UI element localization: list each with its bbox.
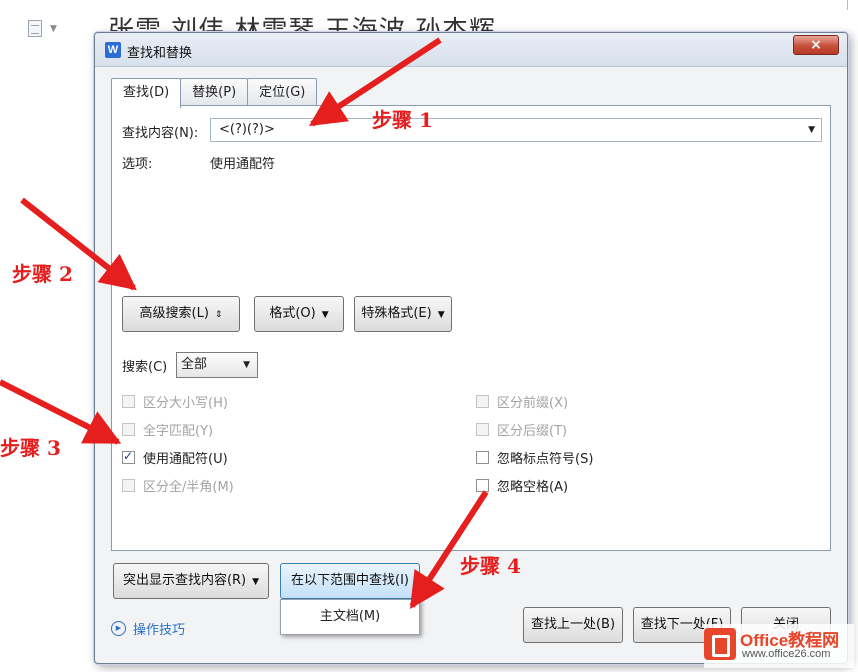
watermark: Office教程网 www.office26.com — [704, 624, 854, 668]
option-label: 使用通配符(U) — [143, 452, 228, 467]
options-value: 使用通配符 — [210, 157, 276, 172]
step1-label: 步骤 1 — [372, 108, 433, 132]
find-in-range-label: 在以下范围中查找(I) — [291, 573, 409, 588]
dialog-title: 查找和替换 — [127, 46, 193, 61]
chevron-down-icon: ▼ — [252, 577, 260, 587]
checkbox[interactable] — [476, 423, 489, 436]
chevron-down-icon[interactable]: ▼ — [808, 119, 815, 141]
tab-bar: 查找(D) 替换(P) 定位(G) — [111, 78, 318, 108]
option-label: 全字匹配(Y) — [143, 424, 214, 439]
highlight-label: 突出显示查找内容(R) — [122, 573, 247, 588]
find-previous-button[interactable]: 查找上一处(B) — [523, 607, 623, 643]
find-what-input[interactable]: <(?)(?)> ▼ — [210, 118, 822, 142]
chevron-down-icon: ▼ — [321, 310, 329, 320]
chevron-down-icon: ▼ — [243, 360, 250, 370]
highlight-button[interactable]: 突出显示查找内容(R) ▼ — [113, 563, 269, 599]
play-icon: ▶ — [111, 621, 126, 636]
format-button[interactable]: 格式(O) ▼ — [254, 296, 344, 332]
find-in-range-button[interactable]: 在以下范围中查找(I) — [280, 563, 420, 599]
step4-label: 步骤 4 — [460, 554, 521, 578]
option-label: 区分大小写(H) — [143, 396, 228, 411]
option-label: 区分全/半角(M) — [143, 480, 234, 495]
tips-label: 操作技巧 — [133, 623, 186, 638]
option-label: 忽略空格(A) — [497, 480, 569, 495]
step3-label: 步骤 3 — [0, 436, 61, 460]
option-whole-word[interactable]: 全字匹配(Y) — [122, 420, 213, 439]
chevron-down-icon[interactable]: ▼ — [50, 24, 57, 34]
special-format-label: 特殊格式(E) — [361, 306, 432, 321]
option-label: 区分前缀(X) — [497, 396, 569, 411]
option-match-suffix[interactable]: 区分后缀(T) — [476, 420, 567, 439]
checkbox[interactable] — [122, 423, 135, 436]
option-label: 忽略标点符号(S) — [497, 452, 594, 467]
option-ignore-spaces[interactable]: 忽略空格(A) — [476, 476, 568, 495]
dialog-titlebar[interactable]: W 查找和替换 × — [95, 33, 847, 67]
advanced-search-label: 高级搜索(L) — [139, 306, 209, 321]
search-scope-value: 全部 — [181, 357, 208, 372]
tips-link[interactable]: ▶ 操作技巧 — [111, 619, 185, 638]
wps-app-icon: W — [105, 42, 121, 58]
option-use-wildcards[interactable]: 使用通配符(U) — [122, 448, 228, 467]
find-what-value: <(?)(?)> — [219, 122, 275, 137]
options-label: 选项: — [122, 157, 153, 172]
close-icon[interactable]: × — [793, 35, 839, 55]
document-icon[interactable] — [28, 20, 42, 37]
chevron-down-icon: ▼ — [437, 310, 445, 320]
checkbox-checked[interactable] — [122, 449, 135, 464]
watermark-url: www.office26.com — [742, 648, 831, 660]
find-previous-label: 查找上一处(B) — [530, 617, 616, 632]
range-menu-item-main-document[interactable]: 主文档(M) — [280, 599, 420, 635]
page-edge — [847, 0, 848, 10]
checkbox[interactable] — [476, 451, 489, 464]
tab-goto[interactable]: 定位(G) — [247, 78, 318, 106]
option-full-half-width[interactable]: 区分全/半角(M) — [122, 476, 234, 495]
expand-collapse-icon: ⇕ — [214, 310, 223, 320]
checkbox[interactable] — [122, 479, 135, 492]
advanced-search-button[interactable]: 高级搜索(L) ⇕ — [122, 296, 240, 332]
option-match-prefix[interactable]: 区分前缀(X) — [476, 392, 568, 411]
option-label: 区分后缀(T) — [497, 424, 568, 439]
option-ignore-punctuation[interactable]: 忽略标点符号(S) — [476, 448, 593, 467]
checkbox[interactable] — [122, 395, 135, 408]
format-label: 格式(O) — [269, 306, 316, 321]
search-scope-label: 搜索(C) — [122, 360, 168, 375]
office-logo-icon — [704, 628, 736, 660]
checkbox[interactable] — [476, 479, 489, 492]
checkbox[interactable] — [476, 395, 489, 408]
tab-replace[interactable]: 替换(P) — [180, 78, 249, 106]
find-panel: 查找内容(N): <(?)(?)> ▼ 选项: 使用通配符 高级搜索(L) ⇕ 格… — [111, 105, 831, 551]
special-format-button[interactable]: 特殊格式(E) ▼ — [354, 296, 452, 332]
search-scope-select[interactable]: 全部 ▼ — [176, 352, 258, 378]
option-match-case[interactable]: 区分大小写(H) — [122, 392, 228, 411]
find-what-label: 查找内容(N): — [122, 126, 199, 141]
step2-label: 步骤 2 — [12, 262, 73, 286]
tab-find[interactable]: 查找(D) — [111, 78, 182, 108]
